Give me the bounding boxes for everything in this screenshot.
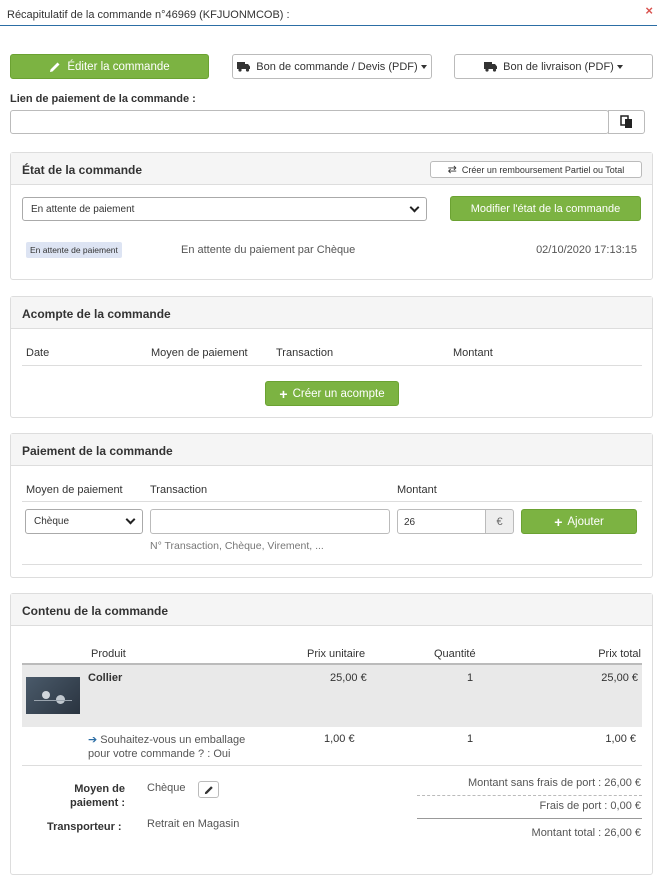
- exchange-icon: ⇄: [447, 164, 457, 176]
- content-panel: Contenu de la commande Produit Prix unit…: [10, 593, 653, 875]
- payment-title: Paiement de la commande: [22, 444, 173, 458]
- purchase-order-button[interactable]: Bon de commande / Devis (PDF): [232, 54, 432, 79]
- arrow-right-icon: ➔: [88, 734, 98, 746]
- table-row: ➔ Souhaitez-vous un emballage pour votre…: [22, 727, 642, 765]
- state-history-date: 02/10/2020 17:13:15: [536, 244, 637, 256]
- payment-header: Paiement de la commande: [11, 434, 652, 466]
- payment-method-select[interactable]: Chèque: [25, 509, 143, 534]
- status-badge: En attente de paiement: [26, 242, 122, 258]
- payment-col-amount: Montant: [397, 484, 437, 496]
- currency-addon: €: [485, 509, 514, 534]
- product-total: 25,00 €: [601, 672, 638, 684]
- pencil-icon: [50, 62, 60, 72]
- plus-icon: +: [554, 513, 563, 530]
- truck-icon: [237, 62, 251, 72]
- create-deposit-label: Créer un acompte: [292, 387, 385, 400]
- transaction-help: N° Transaction, Chèque, Virement, ...: [150, 540, 324, 552]
- option-description: ➔ Souhaitez-vous un emballage pour votre…: [88, 734, 246, 760]
- close-icon[interactable]: ×: [645, 3, 653, 18]
- payment-col-method: Moyen de paiement: [26, 484, 123, 496]
- chevron-down-icon: [125, 514, 136, 525]
- deposit-header: Acompte de la commande: [11, 297, 652, 329]
- edit-order-button[interactable]: Éditer la commande: [10, 54, 209, 79]
- deposit-col-method: Moyen de paiement: [151, 347, 248, 359]
- add-payment-label: Ajouter: [567, 515, 604, 528]
- delivery-note-button[interactable]: Bon de livraison (PDF): [454, 54, 653, 79]
- refund-label: Créer un remboursement Partiel ou Total: [461, 164, 625, 175]
- content-col-quantity: Quantité: [434, 648, 476, 660]
- content-col-product: Produit: [91, 648, 126, 660]
- order-state-selected: En attente de paiement: [31, 203, 135, 215]
- divider: [22, 365, 642, 366]
- state-history-message: En attente du paiement par Chèque: [181, 244, 356, 256]
- transaction-input[interactable]: [150, 509, 390, 534]
- caret-down-icon: [616, 64, 623, 69]
- add-payment-button[interactable]: + Ajouter: [521, 509, 637, 534]
- modify-state-button[interactable]: Modifier l'état de la commande: [450, 196, 641, 221]
- truck-icon: [484, 62, 498, 72]
- content-header: Contenu de la commande: [11, 594, 652, 626]
- copy-icon: [620, 115, 632, 128]
- purchase-order-label: Bon de commande / Devis (PDF): [256, 60, 418, 73]
- order-state-select[interactable]: En attente de paiement: [22, 197, 427, 221]
- deposit-col-amount: Montant: [453, 347, 493, 359]
- amount-input[interactable]: 26: [397, 509, 486, 534]
- content-col-unit-price: Prix unitaire: [307, 648, 366, 660]
- modify-state-label: Modifier l'état de la commande: [470, 202, 621, 215]
- divider: [22, 765, 642, 766]
- order-state-title: État de la commande: [22, 163, 143, 177]
- plus-icon: +: [279, 385, 288, 402]
- option-unit-price: 1,00 €: [324, 733, 355, 745]
- edit-payment-method-button[interactable]: [198, 781, 219, 798]
- payment-method-label: Moyen de paiement :: [69, 783, 125, 809]
- edit-order-label: Éditer la commande: [67, 60, 170, 73]
- order-state-panel: État de la commande ⇄ Créer un rembourse…: [10, 152, 653, 280]
- refund-button[interactable]: ⇄ Créer un remboursement Partiel ou Tota…: [430, 161, 642, 178]
- payment-col-transaction: Transaction: [150, 484, 208, 496]
- copy-button[interactable]: [608, 110, 645, 134]
- subtotal: Montant sans frais de port : 26,00 €: [467, 777, 641, 789]
- product-thumbnail: [26, 677, 80, 714]
- dialog-titlebar: Récapitulatif de la commande n°46969 (KF…: [0, 0, 657, 26]
- divider: [22, 564, 642, 565]
- amount-value: 26: [404, 517, 416, 528]
- option-total: 1,00 €: [605, 733, 636, 745]
- carrier-label: Transporteur :: [47, 821, 122, 833]
- payment-method-selected: Chèque: [34, 516, 70, 527]
- shipping-cost: Frais de port : 0,00 €: [539, 800, 642, 812]
- chevron-down-icon: [409, 202, 420, 212]
- caret-down-icon: [420, 64, 427, 69]
- summary-payment-value: Chèque: [147, 782, 186, 794]
- carrier-value: Retrait en Magasin: [147, 818, 240, 830]
- payment-link-field[interactable]: [10, 110, 609, 134]
- divider: [417, 818, 642, 819]
- delivery-note-label: Bon de livraison (PDF): [503, 60, 614, 73]
- pencil-icon: [204, 785, 213, 794]
- divider: [417, 795, 642, 796]
- create-deposit-button[interactable]: + Créer un acompte: [265, 381, 399, 406]
- order-total: Montant total : 26,00 €: [531, 827, 641, 839]
- payment-link-label: Lien de paiement de la commande :: [10, 93, 196, 105]
- content-title: Contenu de la commande: [22, 604, 169, 618]
- deposit-col-date: Date: [26, 347, 50, 359]
- deposit-col-transaction: Transaction: [276, 347, 334, 359]
- deposit-panel: Acompte de la commande Date Moyen de pai…: [10, 296, 653, 418]
- dialog-title: Récapitulatif de la commande n°46969 (KF…: [7, 9, 290, 21]
- product-name: Collier: [88, 672, 123, 684]
- product-quantity: 1: [467, 672, 474, 684]
- table-row: Collier 25,00 € 1 25,00 €: [22, 665, 642, 727]
- divider: [22, 501, 642, 502]
- product-unit-price: 25,00 €: [330, 672, 367, 684]
- payment-panel: Paiement de la commande Moyen de paiemen…: [10, 433, 653, 578]
- option-quantity: 1: [467, 733, 474, 745]
- content-col-total: Prix total: [598, 648, 641, 660]
- deposit-title: Acompte de la commande: [22, 307, 171, 321]
